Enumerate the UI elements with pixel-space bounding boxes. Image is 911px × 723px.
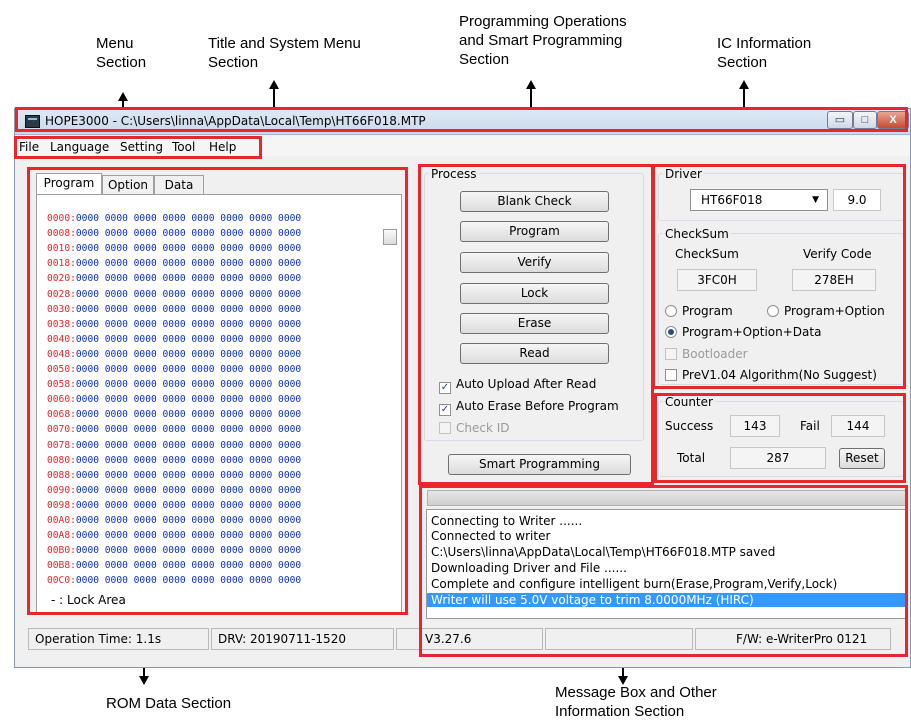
highlight-ic-section (652, 164, 906, 389)
highlight-message-section (419, 485, 908, 657)
callout-rom-section: ROM Data Section (106, 695, 232, 712)
highlight-rom-section (27, 167, 408, 615)
callout-title-section: Title and System Menu Section (208, 35, 361, 71)
arrow-down-icon (139, 676, 149, 685)
callout-message-section: Message Box and Other Information Sectio… (555, 684, 717, 720)
arrow-down-icon (618, 676, 628, 685)
highlight-counter-section (654, 393, 906, 483)
callout-programming-section: Programming Operations and Smart Program… (459, 13, 627, 68)
operation-time: Operation Time: 1.1s (28, 628, 209, 650)
highlight-title-section (15, 107, 908, 132)
callout-ic-info-section: IC Information Section (717, 35, 812, 71)
highlight-process-section (418, 164, 654, 485)
callout-menu-section: Menu Section (96, 35, 147, 71)
driver-date: DRV: 20190711-1520 (211, 628, 394, 650)
highlight-menu-section (14, 136, 262, 159)
